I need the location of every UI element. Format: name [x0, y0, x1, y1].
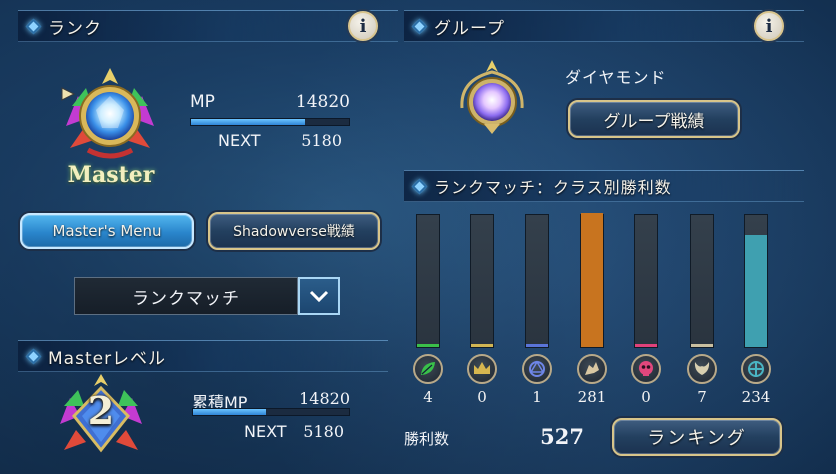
master-level-number: 2 — [87, 388, 115, 433]
match-type-value: ランクマッチ — [132, 288, 240, 309]
master-level-header: Masterレベル — [18, 340, 388, 372]
mp-progress-fill — [191, 119, 305, 125]
shadowverse-record-button[interactable]: Shadowverse戦績 — [208, 212, 380, 250]
runecraft-rune-icon — [522, 354, 552, 384]
class-wins-bar — [745, 235, 767, 347]
info-icon: i — [765, 15, 773, 37]
group-header: グループ — [404, 10, 804, 42]
mp-label: MP — [190, 92, 215, 112]
class-wins-column — [470, 214, 494, 348]
class-wins-column — [744, 214, 768, 348]
group-name: ダイヤモンド — [565, 68, 667, 87]
next-label: NEXT — [218, 131, 261, 150]
diamond-bullet-icon — [25, 348, 41, 364]
class-wins-count: 234 — [741, 388, 771, 406]
class-wins-header: ランクマッチ：クラス別勝利数 — [404, 170, 804, 202]
diamond-bullet-icon — [411, 18, 427, 34]
class-wins-column — [416, 214, 440, 348]
group-record-button[interactable]: グループ戦績 — [568, 100, 740, 138]
rank-info-button[interactable]: i — [348, 11, 378, 41]
match-type-dropdown-button[interactable] — [298, 277, 340, 315]
total-wins-label: 勝利数 — [404, 430, 450, 448]
master-rank-emblem — [61, 68, 154, 159]
cumulative-mp-progress-fill — [193, 409, 267, 415]
group-info-button[interactable]: i — [754, 11, 784, 41]
shadowcraft-skull-icon — [631, 354, 661, 384]
class-wins-bar — [526, 344, 548, 347]
class-wins-bar — [417, 344, 439, 347]
bloodcraft-wings-icon — [687, 354, 717, 384]
info-icon: i — [359, 15, 367, 37]
cumulative-mp-value: 14820 — [299, 389, 350, 408]
forestcraft-leaf-icon — [413, 354, 443, 384]
class-wins-column — [690, 214, 714, 348]
class-wins-bar — [581, 213, 603, 347]
class-wins-bar — [471, 344, 493, 347]
cumulative-mp-progress-bar — [192, 408, 350, 416]
class-wins-bar — [635, 344, 657, 347]
diamond-bullet-icon — [411, 178, 427, 194]
level-next-label: NEXT — [244, 422, 287, 441]
ranking-button[interactable]: ランキング — [612, 418, 782, 456]
class-wins-title: ランクマッチ：クラス別勝利数 — [434, 178, 672, 197]
total-wins-value: 527 — [540, 424, 584, 449]
mp-progress-bar — [190, 118, 350, 126]
rank-header: ランク — [18, 10, 398, 42]
class-wins-count: 0 — [641, 388, 651, 406]
group-title: グループ — [434, 18, 505, 39]
rank-title: ランク — [48, 18, 102, 39]
match-type-select[interactable]: ランクマッチ — [74, 277, 298, 315]
class-wins-count: 0 — [477, 388, 487, 406]
mp-value: 14820 — [295, 92, 350, 112]
master-level-title: Masterレベル — [48, 348, 167, 369]
dragoncraft-dragon-icon — [577, 354, 607, 384]
class-wins-count: 281 — [577, 388, 607, 406]
chevron-down-icon — [309, 290, 329, 303]
diamond-bullet-icon — [25, 18, 41, 34]
rank-name: Master — [67, 162, 155, 188]
next-value: 5180 — [301, 131, 342, 150]
diamond-group-emblem — [460, 60, 524, 134]
class-wins-count: 7 — [697, 388, 707, 406]
class-wins-bar — [691, 344, 713, 347]
class-wins-count: 4 — [423, 388, 433, 406]
class-wins-column — [580, 213, 604, 348]
havencraft-cross-icon — [741, 354, 771, 384]
swordcraft-crown-icon — [467, 354, 497, 384]
class-wins-count: 1 — [532, 388, 542, 406]
level-next-value: 5180 — [303, 422, 344, 441]
class-wins-column — [525, 214, 549, 348]
masters-menu-button[interactable]: Master's Menu — [20, 213, 194, 249]
class-wins-column — [634, 214, 658, 348]
